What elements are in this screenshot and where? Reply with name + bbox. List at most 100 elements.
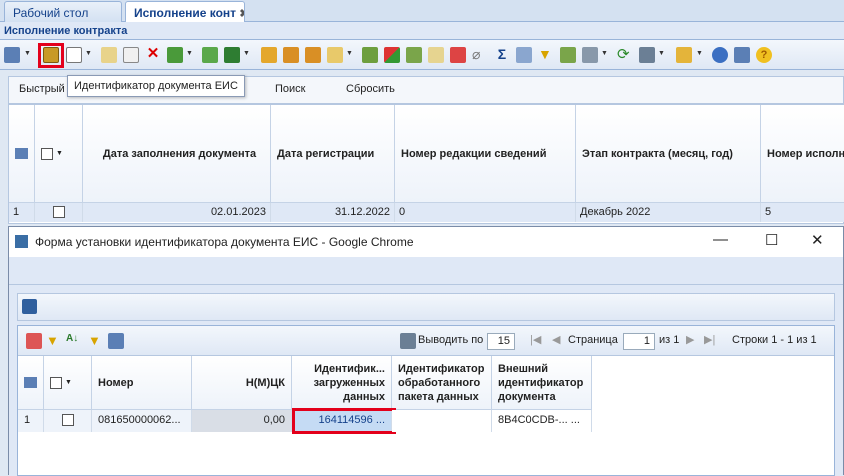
package-icon[interactable] — [676, 47, 692, 63]
sum-icon[interactable]: Σ — [494, 47, 510, 63]
cell-nmck: 0,00 — [192, 410, 292, 432]
col-loaded-id[interactable]: Идентифик... загруженных данных — [292, 356, 392, 410]
rows-info: Строки 1 - 1 из 1 — [732, 334, 817, 346]
export-icon[interactable] — [400, 333, 416, 349]
document-icon[interactable] — [327, 47, 343, 63]
chevron-down-icon[interactable]: ▼ — [601, 50, 608, 57]
save-toolbar — [17, 293, 835, 321]
filter-icon[interactable]: ▼ — [538, 47, 554, 63]
minimize-icon[interactable]: — — [713, 231, 728, 248]
tooltip: Идентификатор документа ЕИС — [67, 75, 245, 97]
save-icon[interactable] — [22, 299, 37, 314]
main-toolbar: ▼ ▼ ✕ ▼ ▼ ▼ ⌀ Σ ▼ ▼ ⟳ ▼ ▼ ? — [0, 40, 844, 70]
settings-icon[interactable] — [582, 47, 598, 63]
grid-settings-icon[interactable] — [18, 356, 44, 410]
highlight-box — [292, 408, 396, 434]
excel-icon[interactable] — [224, 47, 240, 63]
edit-icon[interactable] — [101, 47, 117, 63]
page-size-input[interactable]: 15 — [487, 333, 515, 350]
report-icon[interactable] — [428, 47, 444, 63]
cell-external-id[interactable]: 8B4C0CDB-... ... — [492, 410, 592, 432]
col-processed-id[interactable]: Идентификатор обработанного пакета данны… — [392, 356, 492, 410]
close-icon[interactable]: ✖ — [239, 8, 244, 20]
approve-icon[interactable] — [167, 47, 183, 63]
page-label: Страница — [568, 334, 618, 346]
col-reg-date[interactable]: Дата регистрации — [271, 105, 395, 203]
chevron-down-icon[interactable]: ▼ — [243, 50, 250, 57]
col-stage[interactable]: Этап контракта (месяц, год) — [576, 105, 761, 203]
check-icon[interactable] — [406, 47, 422, 63]
row-number: 1 — [18, 410, 44, 432]
last-page-icon[interactable]: ▶| — [704, 333, 715, 346]
first-page-icon[interactable]: |◀ — [530, 333, 541, 346]
folder-icon[interactable] — [305, 47, 321, 63]
cell-reg-date: 31.12.2022 — [271, 203, 395, 222]
contract-grid: ▼ Дата заполнения документа Дата регистр… — [8, 104, 844, 224]
filter-icon[interactable]: ▼ — [46, 333, 62, 349]
sync-icon[interactable]: ⟳ — [617, 47, 633, 63]
window-title: Форма установки идентификатора документа… — [35, 235, 414, 249]
external-id-value: 8B4C0CDB-... — [498, 414, 568, 426]
calendar-icon[interactable] — [734, 47, 750, 63]
col-fill-date[interactable]: Дата заполнения документа — [83, 105, 271, 203]
new-document-icon[interactable] — [66, 47, 82, 63]
more-button[interactable]: ... — [571, 414, 580, 426]
row-checkbox[interactable] — [35, 203, 83, 222]
maximize-icon[interactable]: ☐ — [765, 231, 778, 249]
folder-icon[interactable] — [283, 47, 299, 63]
chevron-down-icon[interactable]: ▼ — [696, 50, 703, 57]
next-page-icon[interactable]: ▶ — [686, 333, 694, 346]
cell-processed-id — [392, 410, 492, 432]
help-icon[interactable]: ? — [756, 47, 772, 63]
select-all-checkbox[interactable]: ▼ — [44, 356, 92, 410]
sort-icon[interactable]: A↓ — [66, 333, 82, 349]
col-external-id[interactable]: Внешний идентификатор документа — [492, 356, 592, 410]
verify-icon[interactable] — [560, 47, 576, 63]
chevron-down-icon[interactable]: ▼ — [658, 50, 665, 57]
select-all-checkbox[interactable]: ▼ — [35, 105, 83, 203]
col-nmck[interactable]: Н(М)ЦК — [192, 356, 292, 410]
import-icon[interactable] — [202, 47, 218, 63]
window-close-icon[interactable]: ✕ — [811, 231, 824, 249]
prev-page-icon[interactable]: ◀ — [552, 333, 560, 346]
tab-contract-execution-label: Исполнение конт — [134, 6, 237, 20]
col-edition[interactable]: Номер редакции сведений — [395, 105, 576, 203]
col-number[interactable]: Номер — [92, 356, 192, 410]
cell-edition: 0 — [395, 203, 576, 222]
id-grid-panel: ▼ A↓ ▼ Выводить по 15 |◀ ◀ Страница 1 из… — [17, 325, 835, 476]
row-checkbox[interactable] — [44, 410, 92, 432]
cell-fill-date: 02.01.2023 — [83, 203, 271, 222]
folder-icon[interactable] — [261, 47, 277, 63]
cell-stage: Декабрь 2022 — [576, 203, 761, 222]
info-icon[interactable] — [712, 47, 728, 63]
chevron-down-icon[interactable]: ▼ — [24, 50, 31, 57]
grid-settings-icon[interactable] — [9, 105, 35, 203]
remove-filter-icon[interactable] — [26, 333, 42, 349]
tab-bar: Рабочий стол Исполнение конт ✖ — [0, 0, 844, 22]
cancel-icon[interactable] — [450, 47, 466, 63]
search-button[interactable]: Поиск — [275, 83, 305, 95]
copy-icon[interactable] — [123, 47, 139, 63]
group-icon[interactable] — [4, 47, 20, 63]
page-input[interactable]: 1 — [623, 333, 655, 350]
status-icon[interactable] — [384, 47, 400, 63]
chevron-down-icon[interactable]: ▼ — [346, 50, 353, 57]
tools-icon[interactable] — [639, 47, 655, 63]
app-logo-icon — [15, 235, 28, 248]
quick-filter-button[interactable]: Быстрый — [19, 83, 65, 95]
refresh-icon[interactable] — [362, 47, 378, 63]
page-count: из 1 — [659, 334, 680, 346]
col-exec-num[interactable]: Номер исполн — [761, 105, 844, 203]
grid-settings-icon[interactable] — [108, 333, 124, 349]
cell-exec-num: 5 — [761, 203, 844, 222]
reset-button[interactable]: Сбросить — [346, 83, 395, 95]
chevron-down-icon[interactable]: ▼ — [85, 50, 92, 57]
chevron-down-icon[interactable]: ▼ — [186, 50, 193, 57]
tab-contract-execution[interactable]: Исполнение конт ✖ — [125, 1, 245, 22]
grid-icon[interactable] — [516, 47, 532, 63]
tab-desktop[interactable]: Рабочий стол — [4, 1, 122, 22]
paperclip-icon[interactable]: ⌀ — [472, 47, 488, 63]
window-body: ▼ A↓ ▼ Выводить по 15 |◀ ◀ Страница 1 из… — [9, 257, 843, 476]
delete-icon[interactable]: ✕ — [145, 46, 161, 63]
filter-icon[interactable]: ▼ — [88, 333, 104, 349]
